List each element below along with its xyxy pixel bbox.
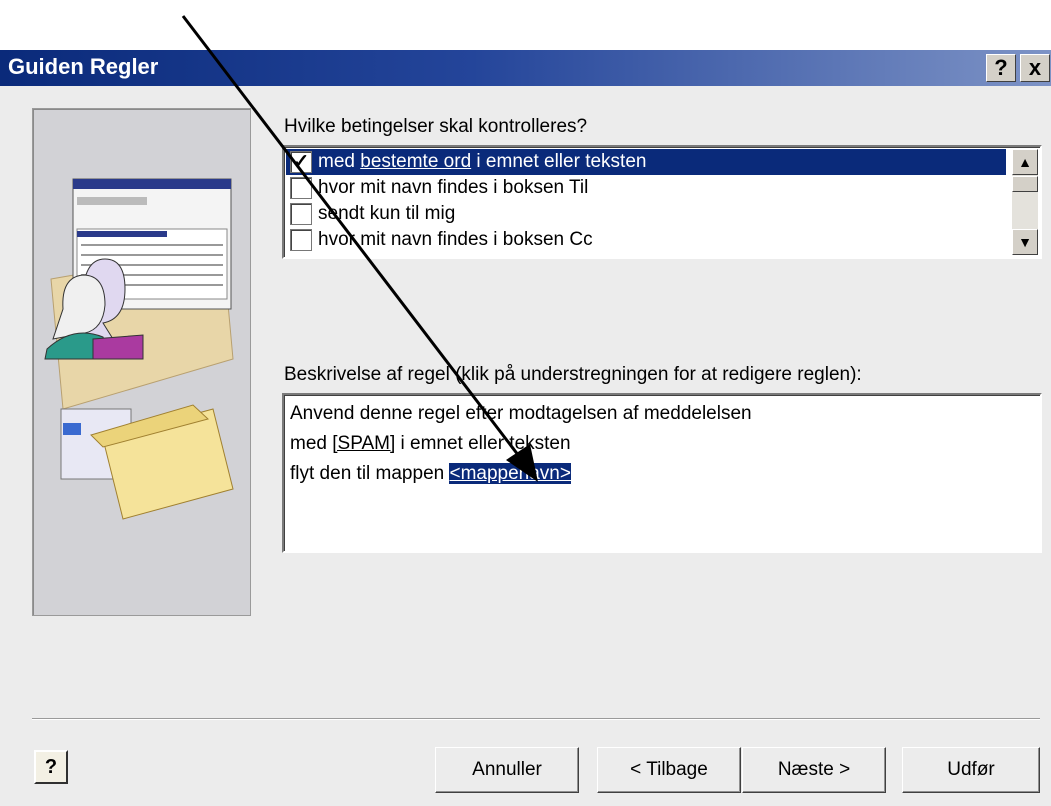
arrow-annotation [181, 15, 538, 482]
